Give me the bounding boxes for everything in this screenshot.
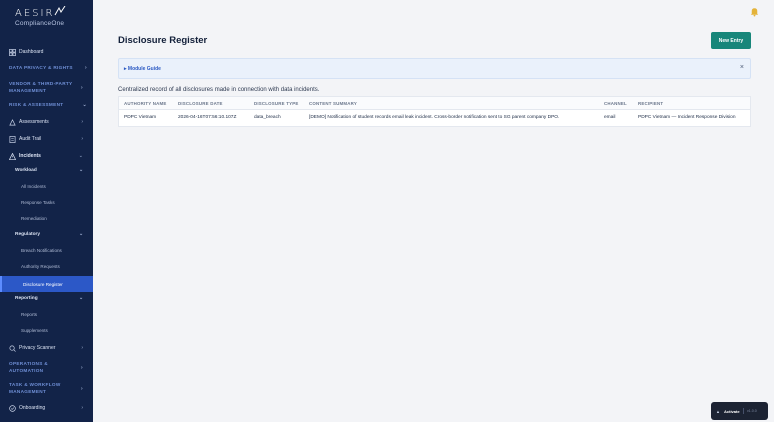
channel-cell: email [604,115,616,120]
nav-supplements[interactable]: Supplements [21,328,93,333]
version-label: v1.0.0 [747,409,757,413]
chevron-down-icon: ⌄ [82,102,87,108]
nav-response-tasks[interactable]: Response Tasks [21,200,93,205]
column-header[interactable]: CONTENT SUMMARY [309,101,357,106]
chevron-right-icon: › [81,345,83,351]
column-header[interactable]: DISCLOSURE TYPE [254,101,298,106]
onboarding-icon [9,404,16,412]
chevron-right-icon: › [81,136,83,142]
disclosure-date-cell: 2026-04-16T07:56:10.107Z [178,115,237,120]
nav-reports[interactable]: Reports [21,312,93,317]
group-reporting-label: Reporting [15,296,38,301]
brand-mark-icon [54,6,66,16]
nav-all-incidents[interactable]: All Incidents [21,184,93,189]
chevron-right-icon: › [81,405,83,411]
chevron-down-icon: ⌄ [78,168,83,173]
nav-incidents[interactable]: Incidents ⌄ [0,151,93,161]
divider [743,408,744,414]
nav-dashboard-label: Dashboard [19,49,44,55]
nav-incidents-label: Incidents [19,153,41,159]
recipient-cell: PDPC Vietnam — Incident Response Divisio… [638,115,736,120]
module-guide-label: Module Guide [127,66,161,72]
disclosure-type-cell: data_breach [254,115,281,120]
group-workload-label: Workload [15,168,37,173]
column-header[interactable]: DISCLOSURE DATE [178,101,223,106]
chevron-down-icon: ⌄ [78,153,83,159]
content-summary-cell: [DEMO] Notification of student records e… [309,115,560,120]
section-risk-label: RISK & ASSESSMENT [9,102,64,107]
nav-audit-trail-label: Audit Trail [19,136,42,142]
chevron-right-icon: › [81,385,83,392]
nav-audit-trail[interactable]: Audit Trail › [0,134,93,144]
module-guide-panel: ▸ Module Guide × [118,58,751,79]
page-title: Disclosure Register [118,35,208,46]
authority-name-cell: PDPC Vietnam [124,115,157,120]
brand-name: AESIR [15,8,55,19]
section-data-privacy-label: DATA PRIVACY & RIGHTS [9,65,73,70]
sidebar: AESIR ComplianceOne Dashboard DATA PRIVA… [0,0,93,422]
chevron-right-icon: › [81,364,83,371]
nav-dashboard[interactable]: Dashboard [0,47,93,57]
nav-onboarding[interactable]: Onboarding › [0,403,93,413]
section-task-workflow-label: TASK & WORKFLOW MANAGEMENT [9,382,61,394]
nav-privacy-scanner-label: Privacy Scanner [19,345,56,351]
chevron-right-icon: › [81,84,83,91]
nav-disclosure-register[interactable]: Disclosure Register [0,276,93,292]
chevron-down-icon: ⌄ [78,232,83,237]
nav-onboarding-label: Onboarding [19,405,46,411]
dashboard-icon [9,48,16,56]
brand-sub: ComplianceOne [15,20,65,27]
chevron-right-icon: › [85,65,87,71]
brand-logo[interactable]: AESIR ComplianceOne [15,6,75,30]
section-vendor-label: VENDOR & THIRD-PARTY MANAGEMENT [9,81,73,93]
column-header[interactable]: AUTHORITY NAME [124,101,166,106]
assessments-icon [9,118,16,125]
new-entry-button[interactable]: New Entry [711,32,751,49]
section-vendor[interactable]: VENDOR & THIRD-PARTY MANAGEMENT › [9,81,83,94]
nav-authority-requests[interactable]: Authority Requests [21,264,93,269]
nav-privacy-scanner[interactable]: Privacy Scanner › [0,343,93,353]
nav-assessments[interactable]: Assessments › [0,117,93,127]
disclosure-table: AUTHORITY NAME DISCLOSURE DATE DISCLOSUR… [118,96,751,127]
scanner-icon [9,345,16,352]
table-row[interactable]: PDPC Vietnam 2026-04-16T07:56:10.107Z da… [119,110,750,126]
group-workload[interactable]: Workload ⌄ [15,168,93,173]
group-reporting[interactable]: Reporting ⌄ [15,296,93,301]
table-header: AUTHORITY NAME DISCLOSURE DATE DISCLOSUR… [119,97,750,110]
section-risk[interactable]: RISK & ASSESSMENT ⌄ [9,102,87,109]
audit-trail-icon [9,135,16,143]
section-operations-label: OPERATIONS & AUTOMATION [9,361,48,373]
nav-assessments-label: Assessments [19,119,49,125]
column-header[interactable]: CHANNEL [604,101,627,106]
warning-icon [9,152,16,160]
nav-breach-notifications[interactable]: Breach Notifications [21,248,93,253]
module-guide-toggle[interactable]: ▸ Module Guide [124,66,161,72]
group-regulatory[interactable]: Regulatory ⌄ [15,232,93,237]
page-description: Centralized record of all disclosures ma… [118,87,320,93]
close-icon[interactable]: × [740,64,744,71]
group-regulatory-label: Regulatory [15,232,41,237]
activation-widget: ▲ Activate v1.0.0 [711,402,768,420]
section-task-workflow[interactable]: TASK & WORKFLOW MANAGEMENT › [9,382,83,395]
notification-bell-icon[interactable] [749,6,760,17]
chevron-right-icon: › [81,119,83,125]
section-operations[interactable]: OPERATIONS & AUTOMATION › [9,361,83,374]
activate-button[interactable]: Activate [724,409,740,414]
nav-remediation[interactable]: Remediation [21,216,93,221]
column-header[interactable]: RECIPIENT [638,101,663,106]
section-data-privacy[interactable]: DATA PRIVACY & RIGHTS › [9,65,87,72]
chevron-down-icon: ⌄ [78,296,83,301]
chevron-up-icon[interactable]: ▲ [716,409,720,414]
